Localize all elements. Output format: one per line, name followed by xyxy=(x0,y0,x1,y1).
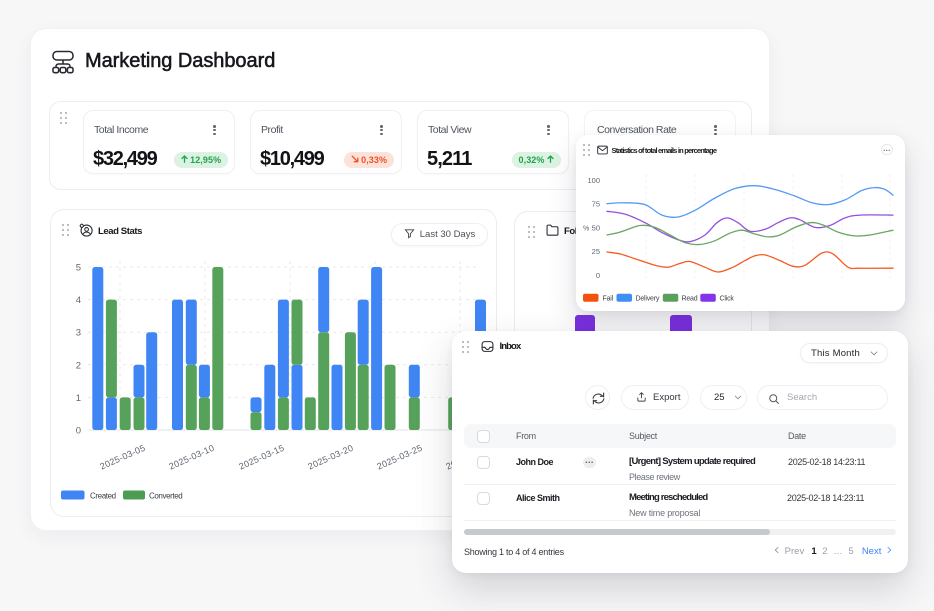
svg-text:2: 2 xyxy=(76,360,81,371)
svg-text:Delivery: Delivery xyxy=(636,296,660,303)
svg-text:2025-03-10: 2025-03-10 xyxy=(167,443,215,472)
svg-text:75: 75 xyxy=(592,200,600,209)
svg-text:2025-03-05: 2025-03-05 xyxy=(98,443,146,472)
svg-text:4: 4 xyxy=(76,295,81,306)
svg-text:2025-03-15: 2025-03-15 xyxy=(237,443,285,472)
svg-text:0: 0 xyxy=(76,426,81,437)
svg-text:Read: Read xyxy=(682,296,698,303)
svg-text:2025-03-20: 2025-03-20 xyxy=(306,443,354,472)
svg-text:5: 5 xyxy=(76,263,81,274)
svg-text:Click: Click xyxy=(720,296,735,303)
svg-text:0: 0 xyxy=(596,271,600,280)
svg-text:1: 1 xyxy=(76,393,81,404)
svg-text:50: 50 xyxy=(592,223,600,232)
svg-text:Fail: Fail xyxy=(603,296,614,303)
svg-text:%: % xyxy=(583,225,589,232)
svg-text:25: 25 xyxy=(592,247,600,256)
svg-text:Created: Created xyxy=(90,492,116,501)
svg-text:Converted: Converted xyxy=(149,492,182,501)
svg-text:3: 3 xyxy=(76,328,81,339)
svg-text:2025-03-25: 2025-03-25 xyxy=(375,443,423,472)
svg-text:100: 100 xyxy=(587,176,600,185)
